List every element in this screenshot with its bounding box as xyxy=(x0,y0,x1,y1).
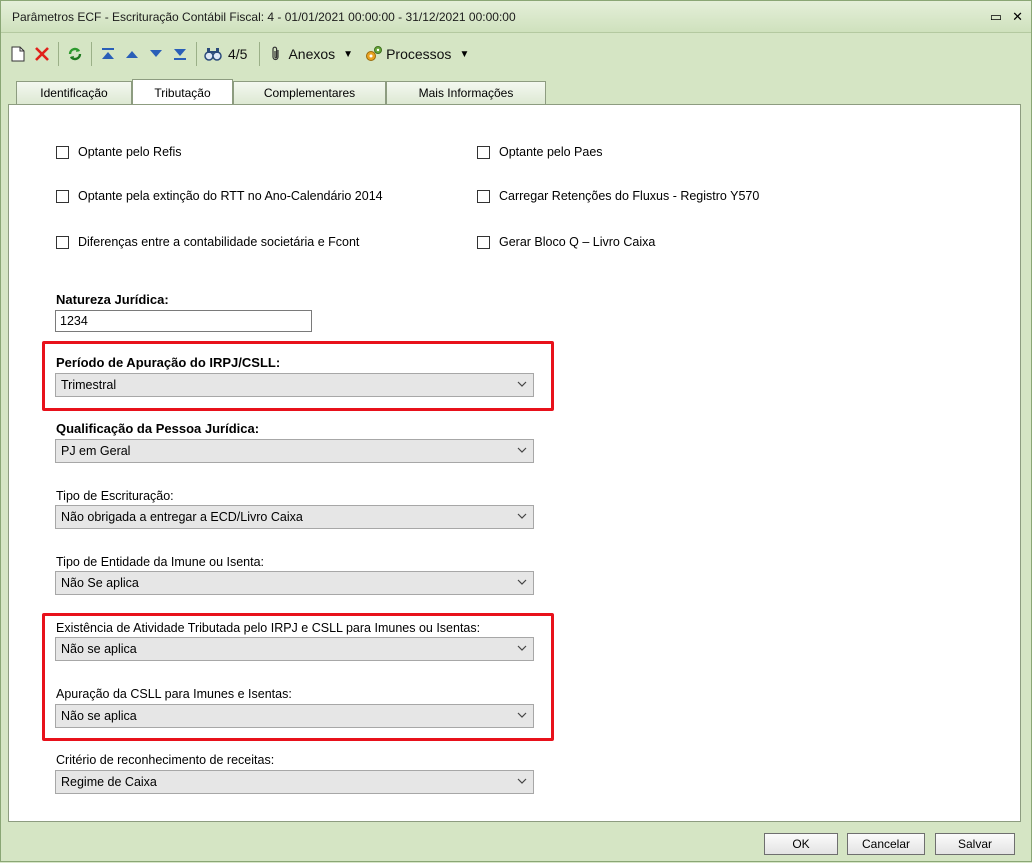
periodo-apuracao-select[interactable]: Trimestral xyxy=(55,373,534,397)
chevron-down-icon xyxy=(517,381,527,387)
toolbar: 4/5 Anexos ▼ Processos ▼ xyxy=(1,34,1031,74)
tab-panel-tributacao: Optante pelo Refis Optante pelo Paes Opt… xyxy=(8,104,1021,822)
dialog-footer: OK Cancelar Salvar xyxy=(1,823,1031,863)
checkbox-fluxus[interactable]: Carregar Retenções do Fluxus - Registro … xyxy=(477,189,759,203)
refresh-icon[interactable] xyxy=(66,42,84,66)
apuracao-csll-select[interactable]: Não se aplica xyxy=(55,704,534,728)
save-button[interactable]: Salvar xyxy=(935,833,1015,855)
chevron-down-icon xyxy=(517,645,527,651)
criterio-receitas-select[interactable]: Regime de Caixa xyxy=(55,770,534,794)
tipo-entidade-value: Não Se aplica xyxy=(61,576,139,590)
chevron-down-icon[interactable]: ▼ xyxy=(459,49,469,60)
tab-tributacao[interactable]: Tributação xyxy=(132,79,233,105)
chevron-down-icon xyxy=(517,778,527,784)
checkbox-rtt[interactable]: Optante pela extinção do RTT no Ano-Cale… xyxy=(56,189,383,203)
qualificacao-select[interactable]: PJ em Geral xyxy=(55,439,534,463)
checkbox-refis-label: Optante pelo Refis xyxy=(78,145,182,159)
cancel-button[interactable]: Cancelar xyxy=(847,833,925,855)
paperclip-icon[interactable] xyxy=(267,42,285,66)
tab-complementares[interactable]: Complementares xyxy=(233,81,386,105)
close-icon[interactable]: ✕ xyxy=(1012,9,1023,25)
existencia-atividade-value: Não se aplica xyxy=(61,642,137,656)
prev-icon[interactable] xyxy=(123,42,141,66)
find-icon[interactable] xyxy=(204,42,222,66)
periodo-apuracao-value: Trimestral xyxy=(61,378,117,392)
record-counter: 4/5 xyxy=(228,46,248,62)
toolbar-separator xyxy=(196,42,197,66)
tipo-entidade-label: Tipo de Entidade da Imune ou Isenta: xyxy=(56,555,265,569)
tipo-entidade-select[interactable]: Não Se aplica xyxy=(55,571,534,595)
checkbox-bloco-q-label: Gerar Bloco Q – Livro Caixa xyxy=(499,235,656,249)
tipo-escrituracao-label: Tipo de Escrituração: xyxy=(56,489,174,503)
toolbar-separator xyxy=(91,42,92,66)
natureza-juridica-label: Natureza Jurídica: xyxy=(56,292,169,307)
attachments-menu[interactable]: Anexos xyxy=(288,46,335,62)
tipo-escrituracao-value: Não obrigada a entregar a ECD/Livro Caix… xyxy=(61,510,303,524)
chevron-down-icon[interactable]: ▼ xyxy=(343,49,353,60)
checkbox-paes[interactable]: Optante pelo Paes xyxy=(477,145,603,159)
chevron-down-icon xyxy=(517,579,527,585)
checkbox-bloco-q[interactable]: Gerar Bloco Q – Livro Caixa xyxy=(477,235,655,249)
checkbox-box[interactable] xyxy=(56,235,69,249)
processes-menu[interactable]: Processos xyxy=(386,46,451,62)
last-icon[interactable] xyxy=(171,42,189,66)
criterio-receitas-value: Regime de Caixa xyxy=(61,775,157,789)
chevron-down-icon xyxy=(517,447,527,453)
toolbar-separator xyxy=(58,42,59,66)
toolbar-separator xyxy=(259,42,261,66)
checkbox-box[interactable] xyxy=(477,145,490,159)
tipo-escrituracao-select[interactable]: Não obrigada a entregar a ECD/Livro Caix… xyxy=(55,505,534,529)
checkbox-box[interactable] xyxy=(477,235,490,249)
first-icon[interactable] xyxy=(99,42,117,66)
tab-mais-informacoes[interactable]: Mais Informações xyxy=(386,81,546,105)
natureza-juridica-input[interactable]: 1234 xyxy=(55,310,312,332)
qualificacao-value: PJ em Geral xyxy=(61,444,131,458)
restore-icon[interactable]: ▭ xyxy=(990,9,1002,25)
existencia-atividade-select[interactable]: Não se aplica xyxy=(55,637,534,661)
periodo-apuracao-label: Período de Apuração do IRPJ/CSLL: xyxy=(56,355,281,370)
apuracao-csll-label: Apuração da CSLL para Imunes e Isentas: xyxy=(56,687,292,701)
checkbox-refis[interactable]: Optante pelo Refis xyxy=(56,145,182,159)
checkbox-paes-label: Optante pelo Paes xyxy=(499,145,603,159)
chevron-down-icon xyxy=(517,712,527,718)
ecf-parameters-dialog: Parâmetros ECF - Escrituração Contábil F… xyxy=(0,0,1032,862)
criterio-receitas-label: Critério de reconhecimento de receitas: xyxy=(56,753,275,767)
qualificacao-label: Qualificação da Pessoa Jurídica: xyxy=(56,421,260,436)
checkbox-diferencas-label: Diferenças entre a contabilidade societá… xyxy=(78,235,360,249)
title-bar[interactable]: Parâmetros ECF - Escrituração Contábil F… xyxy=(1,1,1031,33)
next-icon[interactable] xyxy=(147,42,165,66)
existencia-atividade-label: Existência de Atividade Tributada pelo I… xyxy=(56,621,481,635)
gears-icon[interactable] xyxy=(365,42,383,66)
checkbox-fluxus-label: Carregar Retenções do Fluxus - Registro … xyxy=(499,189,760,203)
apuracao-csll-value: Não se aplica xyxy=(61,709,137,723)
window-title: Parâmetros ECF - Escrituração Contábil F… xyxy=(12,10,516,24)
checkbox-box[interactable] xyxy=(56,145,69,159)
new-icon[interactable] xyxy=(9,42,27,66)
checkbox-rtt-label: Optante pela extinção do RTT no Ano-Cale… xyxy=(78,189,383,203)
checkbox-box[interactable] xyxy=(477,189,490,203)
delete-icon[interactable] xyxy=(33,42,51,66)
chevron-down-icon xyxy=(517,513,527,519)
tab-identificacao[interactable]: Identificação xyxy=(16,81,132,105)
checkbox-diferencas[interactable]: Diferenças entre a contabilidade societá… xyxy=(56,235,359,249)
checkbox-box[interactable] xyxy=(56,189,69,203)
ok-button[interactable]: OK xyxy=(764,833,838,855)
